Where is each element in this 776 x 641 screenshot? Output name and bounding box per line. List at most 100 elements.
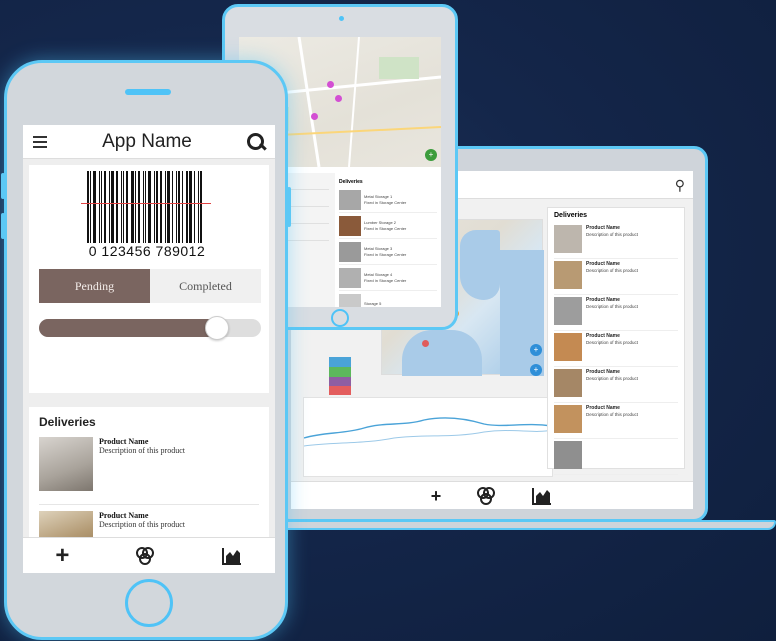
product-thumbnail [554, 405, 582, 433]
map-pin-icon[interactable] [422, 340, 429, 347]
map-pin-icon[interactable] [335, 95, 342, 102]
product-description: Description of this product [99, 520, 185, 530]
list-item[interactable]: Product Name Description of this product [554, 367, 678, 403]
product-description: Description of this product [586, 411, 639, 417]
barcode-bar [111, 171, 114, 243]
product-thumbnail [554, 441, 582, 469]
list-item[interactable]: Product Name Description of this product [554, 223, 678, 259]
chart-icon[interactable] [531, 486, 553, 506]
chart-segment [329, 377, 351, 386]
product-description: Fixed in Storage Center [364, 199, 407, 205]
line-series [303, 417, 553, 439]
product-text: Product Name Description of this product [586, 225, 638, 237]
laptop-base-edge [256, 520, 776, 530]
tablet-deliveries-title: Deliveries [339, 179, 363, 185]
barcode-bar [131, 171, 134, 243]
map-water [500, 250, 544, 376]
slider-thumb[interactable] [204, 316, 229, 340]
map-pin-icon[interactable] [311, 113, 318, 120]
barcode-bar [148, 171, 151, 243]
app-title: App Name [102, 130, 192, 152]
product-thumbnail [554, 297, 582, 325]
barcode-bar [178, 171, 180, 243]
boxes-icon[interactable] [134, 546, 156, 566]
barcode-bar [143, 171, 144, 243]
list-item[interactable]: Lumber Storage 2 Fixed in Storage Center [339, 213, 437, 239]
product-thumbnail [339, 215, 361, 236]
pending-tab[interactable]: Pending [39, 269, 150, 303]
mini-stacked-chart [329, 357, 351, 395]
list-item[interactable]: Storage 5 [339, 291, 437, 307]
search-icon[interactable] [247, 132, 265, 151]
chart-segment [329, 367, 351, 377]
line-chart [303, 417, 553, 447]
add-location-icon[interactable]: + [425, 149, 437, 161]
barcode-bar [165, 171, 166, 243]
product-name: Product Name [99, 511, 149, 520]
list-item[interactable]: Product Name Description of this product [39, 437, 259, 505]
list-item[interactable]: Metal Storage 4 Fixed in Storage Center [339, 265, 437, 291]
barcode-bar [156, 171, 158, 243]
list-item[interactable]: Metal Storage 3 Fixed in Storage Center [339, 239, 437, 265]
product-thumbnail [554, 333, 582, 361]
phone-speaker [125, 89, 171, 95]
map-locate-icon[interactable]: + [530, 364, 542, 376]
plus-icon[interactable]: + [55, 543, 69, 568]
barcode-bar [87, 171, 89, 243]
status-toggle[interactable]: Pending Completed [39, 269, 261, 303]
tablet-home-button[interactable] [331, 309, 349, 327]
barcode-bar [167, 171, 170, 243]
progress-slider[interactable] [39, 316, 261, 340]
search-icon[interactable]: ⚲ [675, 177, 685, 194]
map-pin-icon[interactable] [327, 81, 334, 88]
product-text: Product Name Description of this product [586, 333, 638, 345]
phone-tabbar: + [23, 537, 275, 573]
barcode-bar [172, 171, 173, 243]
app-header: App Name [23, 125, 275, 159]
slider-fill [39, 319, 217, 337]
barcode-bar [135, 171, 136, 243]
deliveries-title: Deliveries [39, 415, 96, 429]
chart-segment [329, 386, 351, 395]
barcode-bar [93, 171, 96, 243]
barcode-bar [90, 171, 91, 243]
product-description: Description of this product [586, 339, 639, 345]
boxes-icon[interactable] [475, 486, 497, 506]
tablet-deliveries-panel: Deliveries Metal Storage 1 Fixed in Stora… [339, 179, 437, 307]
barcode-bar [154, 171, 155, 243]
barcode-bar [109, 171, 110, 243]
barcode-number: 0 123456 789012 [88, 243, 206, 259]
laptop-deliveries-title: Deliveries [554, 212, 588, 219]
product-description: Fixed in Storage Center [364, 225, 407, 231]
product-text: Metal Storage 3 Fixed in Storage Center [364, 246, 406, 256]
barcode-bar [101, 171, 102, 243]
list-item[interactable] [554, 439, 678, 475]
map-layer-icon[interactable]: + [530, 344, 542, 356]
barcode-bar [99, 171, 100, 243]
laptop-tabbar: + [291, 481, 693, 509]
scan-line [81, 203, 211, 204]
map-water [460, 230, 500, 300]
barcode-bar [160, 171, 162, 243]
product-text: Product Name Description of this product [586, 369, 638, 381]
list-item[interactable]: Product Name Description of this product [554, 295, 678, 331]
list-item[interactable]: Metal Storage 1 Fixed in Storage Center [339, 187, 437, 213]
line-chart-panel [303, 397, 553, 477]
plus-icon[interactable]: + [431, 487, 442, 505]
phone-side-button [287, 187, 291, 227]
product-thumbnail [339, 293, 361, 307]
product-name: Product Name [99, 437, 149, 446]
phone-home-button[interactable] [125, 579, 173, 627]
chart-icon[interactable] [221, 546, 243, 566]
product-text: Metal Storage 4 Fixed in Storage Center [364, 272, 406, 282]
product-text: Product Name Description of this product [586, 297, 638, 309]
menu-icon[interactable] [33, 135, 47, 148]
completed-tab[interactable]: Completed [150, 269, 261, 303]
list-item[interactable]: Product Name Description of this product [554, 259, 678, 295]
list-item[interactable]: Product Name Description of this product [554, 403, 678, 439]
barcode-bar [123, 171, 124, 243]
phone-device: App Name 0 123456 789012 Pending Complet… [1, 60, 291, 640]
product-name: Storage 5 [364, 300, 382, 306]
list-item[interactable]: Product Name Description of this product [554, 331, 678, 367]
barcode-bar [198, 171, 199, 243]
